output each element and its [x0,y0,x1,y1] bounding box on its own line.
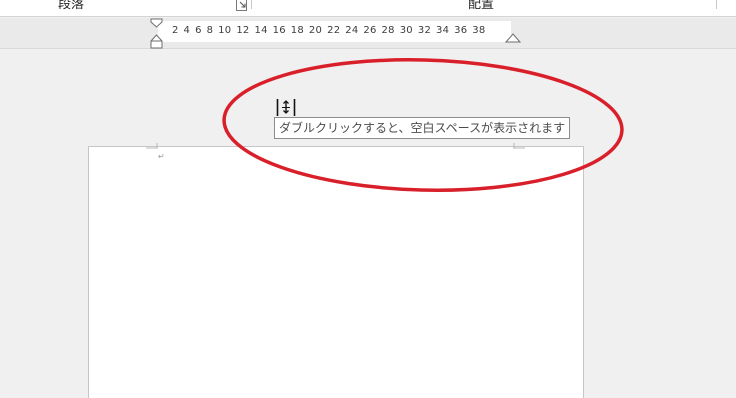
ribbon-group-label-paragraph: 段落 [58,0,85,12]
ribbon-group-separator [716,0,717,9]
red-ellipse-annotation [222,58,624,192]
paragraph-mark: ↵ [158,152,165,161]
ribbon-group-separator [251,0,252,9]
ruler-numbers: 2 4 6 8 10 12 14 16 18 20 22 24 26 28 30… [172,25,486,36]
dialog-launcher-icon[interactable] [236,0,247,11]
right-indent-marker-icon[interactable] [505,32,521,44]
margin-corner-mark-left [146,143,158,149]
first-line-indent-marker-icon[interactable] [150,18,164,50]
ribbon-group-label-arrange: 配置 [468,0,495,12]
ribbon-group-labels-bar: 段落 配置 [0,0,736,17]
